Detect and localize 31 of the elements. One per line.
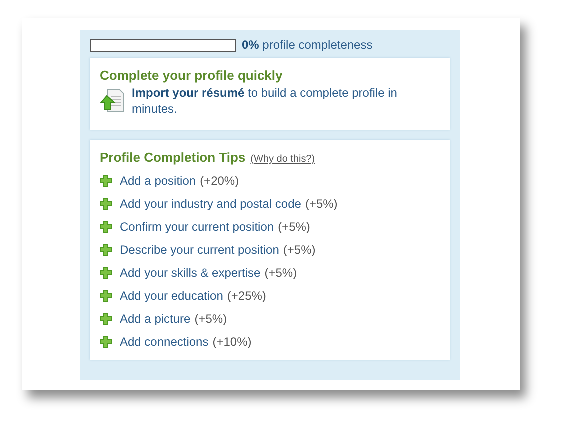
- tip-gain: (+5%): [305, 196, 338, 210]
- tip-gain: (+5%): [283, 242, 316, 256]
- tip-link[interactable]: Add connections: [120, 334, 209, 348]
- tip-gain: (+5%): [264, 266, 298, 280]
- completeness-label: 0% profile completeness: [242, 38, 373, 52]
- tip-link[interactable]: Add your education: [120, 288, 224, 302]
- tip-gain: (+10%): [212, 334, 252, 348]
- tip-gain: (+5%): [194, 312, 228, 326]
- tip-link[interactable]: Add your industry and postal code: [120, 196, 302, 210]
- import-resume-link[interactable]: Import your résumé: [132, 86, 245, 100]
- document-upload-icon: [100, 88, 126, 114]
- plus-icon: [100, 266, 112, 278]
- plus-icon: [100, 174, 112, 186]
- tip-link[interactable]: Confirm your current position: [120, 220, 274, 234]
- tip-gain: (+25%): [227, 288, 266, 302]
- tip-link[interactable]: Add a position: [120, 174, 196, 188]
- tip-link[interactable]: Describe your current position: [120, 242, 280, 256]
- plus-icon: [100, 336, 112, 348]
- tip-gain: (+5%): [278, 220, 310, 234]
- tip-gain: (+20%): [200, 174, 240, 188]
- plus-icon: [100, 290, 112, 302]
- plus-icon: [100, 198, 112, 210]
- plus-icon: [100, 220, 112, 232]
- plus-icon: [100, 244, 112, 256]
- import-resume-text: Import your résumé to build a complete profile in minutes.: [132, 85, 398, 117]
- tip-link[interactable]: Add a picture: [120, 312, 191, 326]
- why-link[interactable]: (Why do this?): [250, 154, 316, 165]
- tips-title: Profile Completion Tips: [100, 150, 246, 165]
- quick-title: Complete your profile quickly: [100, 68, 284, 83]
- plus-icon: [100, 312, 112, 324]
- tip-link[interactable]: Add your skills & expertise: [120, 266, 261, 280]
